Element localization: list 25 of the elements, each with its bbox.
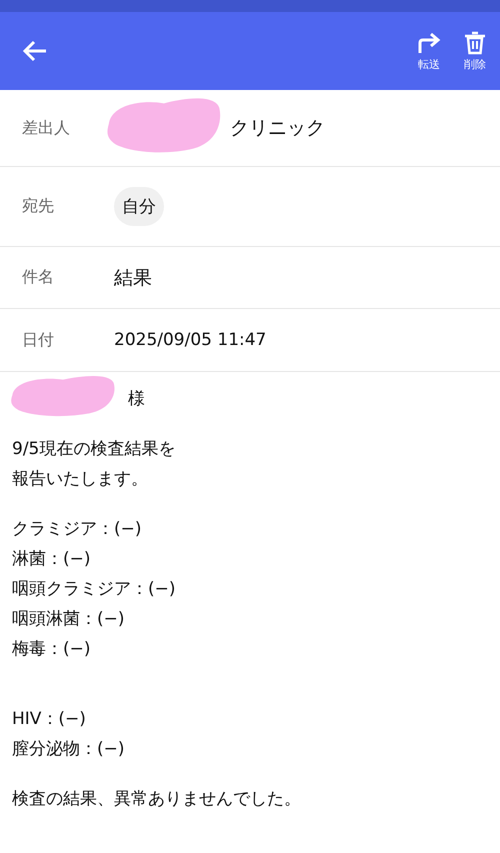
field-label: 宛先 [22, 196, 55, 217]
trash-icon [464, 30, 486, 54]
sender-name: クリニック [230, 116, 325, 141]
field-label: 差出人 [22, 118, 71, 138]
field-label: 日付 [22, 330, 55, 350]
message-line: 膣分泌物：(−) [12, 738, 126, 761]
forward-button[interactable]: 転送 [416, 30, 442, 72]
forward-arrow-icon [416, 30, 442, 54]
delete-button[interactable]: 削除 [464, 30, 486, 72]
back-arrow-icon [22, 39, 48, 63]
field-label: 件名 [22, 267, 55, 288]
subject-value: 結果 [114, 266, 152, 290]
message-line: 咽頭クラミジア：(−) [12, 578, 177, 601]
message-line: クラミジア：(−) [12, 518, 143, 541]
message-line: 検査の結果、異常ありませんでした。 [12, 788, 302, 811]
recipient-chip[interactable]: 自分 [114, 187, 164, 226]
message-line: 淋菌：(−) [12, 548, 92, 571]
message-line: 咽頭淋菌：(−) [12, 608, 126, 631]
message-line: 報告いたします。 [12, 468, 149, 491]
greeting-text: 様 [128, 388, 145, 411]
back-button[interactable] [22, 39, 48, 63]
message-line: 梅毒：(−) [12, 638, 92, 661]
message-line: HIV：(−) [12, 708, 87, 731]
message-line: 9/5現在の検査結果を [12, 438, 176, 461]
date-value: 2025/09/05 11:47 [114, 330, 266, 350]
